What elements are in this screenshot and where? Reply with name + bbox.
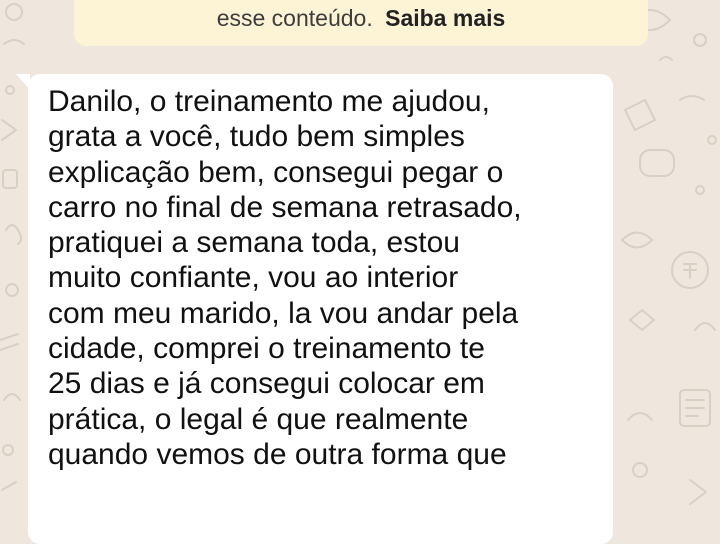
bubble-tail: [16, 74, 30, 90]
message-line: prática, o legal é que realmente: [48, 402, 469, 436]
message-line: grata a você, tudo bem simples: [48, 120, 465, 154]
incoming-message-bubble[interactable]: Danilo, o treinamento me ajudou, grata a …: [16, 74, 613, 544]
message-line: 25 dias e já consegui colocar em: [48, 367, 485, 401]
message-line: muito confiante, vou ao interior: [48, 261, 459, 295]
message-line: cidade, comprei o treinamento te: [48, 332, 485, 366]
message-line: explicação bem, consegui pegar o: [48, 155, 504, 189]
message-line: com meu marido, la vou andar pela: [48, 296, 519, 330]
message-line: pratiquei a semana toda, estou: [48, 226, 460, 260]
message-line: quando vemos de outra forma que: [48, 437, 507, 471]
message-text: Danilo, o treinamento me ajudou, grata a …: [48, 84, 593, 472]
learn-more-link[interactable]: Saiba mais: [385, 5, 505, 31]
system-notice-text: esse conteúdo.: [216, 5, 373, 31]
system-notice-banner: esse conteúdo. Saiba mais: [74, 0, 648, 46]
message-line: carro no final de semana retrasado,: [48, 190, 522, 224]
message-line: Danilo, o treinamento me ajudou,: [48, 85, 490, 118]
